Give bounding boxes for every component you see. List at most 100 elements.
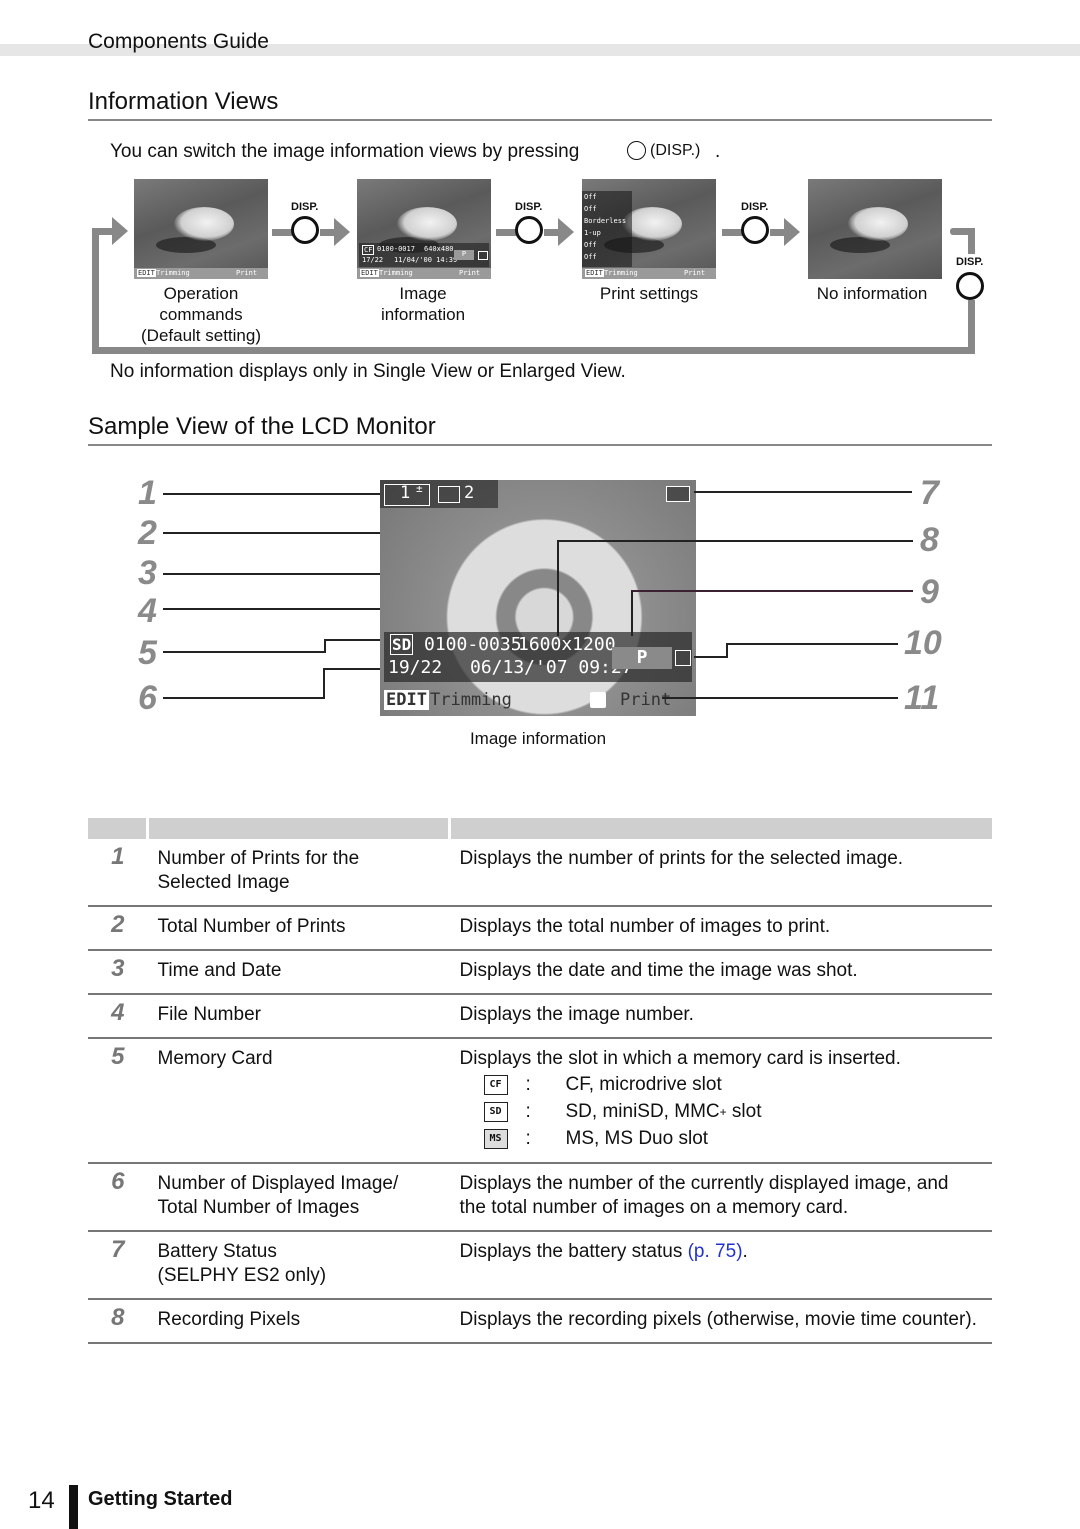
loop-line-left-stub xyxy=(92,228,112,235)
lcd-caption: Image information xyxy=(469,729,607,748)
arrow-icon xyxy=(334,218,350,246)
caption-line: information xyxy=(380,305,466,324)
callout-number: 2 xyxy=(138,514,157,552)
callout-number: 10 xyxy=(904,624,942,662)
row-description-suffix: . xyxy=(742,1241,748,1262)
table-row: 5 Memory Card Displays the slot in which… xyxy=(88,1038,993,1164)
setting-file-no: Off xyxy=(584,205,597,213)
ms-card-icon: MS xyxy=(483,1128,508,1149)
leader-line xyxy=(324,639,388,641)
slot-text: SD, miniSD, MMC xyxy=(565,1100,720,1122)
table-header-cell xyxy=(147,818,451,839)
setting-optimize: Off xyxy=(584,253,597,261)
row-name: Battery Status (SELPHY ES2 only) xyxy=(147,1231,450,1300)
trimming-label: Trimming xyxy=(604,269,638,277)
row-number: 3 xyxy=(88,950,148,995)
table-row: 8 Recording Pixels Displays the recordin… xyxy=(88,1299,992,1344)
print-label: Print xyxy=(459,269,481,277)
total-prints-icon xyxy=(438,486,460,503)
slot-colon: : xyxy=(525,1127,531,1149)
battery-icon xyxy=(666,486,690,502)
table-row: 1 Number of Prints for the Selected Image… xyxy=(88,839,992,907)
leader-line xyxy=(726,643,898,645)
callout-number: 4 xyxy=(138,592,157,630)
heading-rule xyxy=(88,444,992,446)
leader-line xyxy=(163,651,325,653)
callout-number: 5 xyxy=(138,634,157,672)
slot-item-cf: CF : CF, microdrive slot xyxy=(483,1071,993,1098)
row-name: Memory Card xyxy=(147,1038,450,1164)
caption-image-information: Image information xyxy=(340,283,506,325)
view-operation-commands: EDIT Trimming Print xyxy=(134,179,268,279)
recording-pixels: 1600x1200 xyxy=(518,634,616,655)
leader-line xyxy=(557,540,913,542)
file-number: 0100-0017 xyxy=(377,245,415,253)
caption-operation-commands: Operation commands (Default setting) xyxy=(118,283,284,346)
loop-line-left xyxy=(92,228,99,354)
trimming-label: Trimming xyxy=(430,690,512,710)
row-name-line: Selected Image xyxy=(157,872,290,893)
leader-line xyxy=(163,697,325,699)
slot-text: CF, microdrive slot xyxy=(565,1073,722,1095)
row-name-line: Battery Status xyxy=(157,1241,277,1262)
caption-line: (Default setting) xyxy=(141,326,261,345)
row-number: 2 xyxy=(88,906,148,951)
setting-border: Borderless xyxy=(584,217,627,225)
row-description-line: Displays the slot in which a memory card… xyxy=(459,1048,901,1069)
leader-line xyxy=(323,668,325,699)
footer-section: Getting Started xyxy=(88,1488,233,1510)
row-number: 8 xyxy=(88,1299,148,1344)
caption-line: Image xyxy=(399,284,447,303)
sample-view-heading: Sample View of the LCD Monitor xyxy=(88,413,436,440)
print-label: Print xyxy=(236,269,258,277)
print-label: Print xyxy=(620,690,672,710)
caption-no-information: No information xyxy=(792,283,952,304)
leader-line xyxy=(163,493,388,495)
table-row: 6 Number of Displayed Image/Total Number… xyxy=(88,1163,992,1232)
row-description: Displays the number of the currently dis… xyxy=(449,1163,992,1232)
image-count: 19/22 xyxy=(388,657,443,678)
leader-line xyxy=(694,491,912,493)
slot-colon: : xyxy=(525,1100,531,1122)
slot-text: MS, MS Duo slot xyxy=(565,1127,709,1149)
page-reference-link[interactable]: (p. 75) xyxy=(688,1241,743,1262)
arrow-bar xyxy=(722,229,742,236)
row-description-line: the total number of images on a memory c… xyxy=(459,1197,849,1218)
bird-image xyxy=(397,207,457,241)
edit-label: EDIT xyxy=(360,269,379,277)
trimming-label: Trimming xyxy=(156,269,190,277)
setting-layout: 1-up xyxy=(584,229,601,237)
slot-text-suffix: slot xyxy=(726,1100,762,1122)
sd-slot-icon: SD xyxy=(390,634,414,655)
total-prints: 2 xyxy=(464,483,475,503)
caption-line: commands xyxy=(159,305,243,324)
disp-button-icon xyxy=(956,272,984,300)
loop-line-right-lower xyxy=(968,300,975,354)
leader-line xyxy=(726,643,728,658)
disp-button-icon xyxy=(291,216,319,244)
caption-print-settings: Print settings xyxy=(566,283,732,304)
row-name: Recording Pixels xyxy=(147,1299,450,1344)
leader-line xyxy=(324,639,326,653)
intro-text: You can switch the image information vie… xyxy=(110,141,720,163)
view-no-information xyxy=(808,179,942,279)
table-header-cell xyxy=(449,818,992,839)
leader-line xyxy=(323,668,388,670)
heading-rule xyxy=(88,119,992,121)
row-name: Number of Displayed Image/Total Number o… xyxy=(147,1163,450,1232)
thumb-bottom-bar: EDIT Trimming Print xyxy=(134,268,268,279)
row-name: Total Number of Prints xyxy=(147,906,450,951)
row-name-line: (SELPHY ES2 only) xyxy=(157,1265,327,1286)
bird-image xyxy=(848,207,908,241)
information-views-heading: Information Views xyxy=(88,88,279,115)
components-table: 1 Number of Prints for the Selected Image… xyxy=(88,818,992,1344)
caption-line: Print settings xyxy=(599,284,699,303)
slot-colon: : xyxy=(525,1073,531,1095)
row-name-line: Number of Prints for the xyxy=(157,848,360,869)
row-description: Displays the date and time the image was… xyxy=(449,950,992,995)
lcd-monitor-sample: 1 ± 2 SD 0100-0035 1600x1200 19/22 06/13… xyxy=(380,480,696,716)
leader-line xyxy=(694,656,727,658)
row-name-line: Total Number of Images xyxy=(157,1197,360,1218)
thumb-info-overlay: CF 0100-0017 640x480 17/22 11/04/'00 14:… xyxy=(359,243,489,267)
callout-number: 6 xyxy=(138,679,157,717)
